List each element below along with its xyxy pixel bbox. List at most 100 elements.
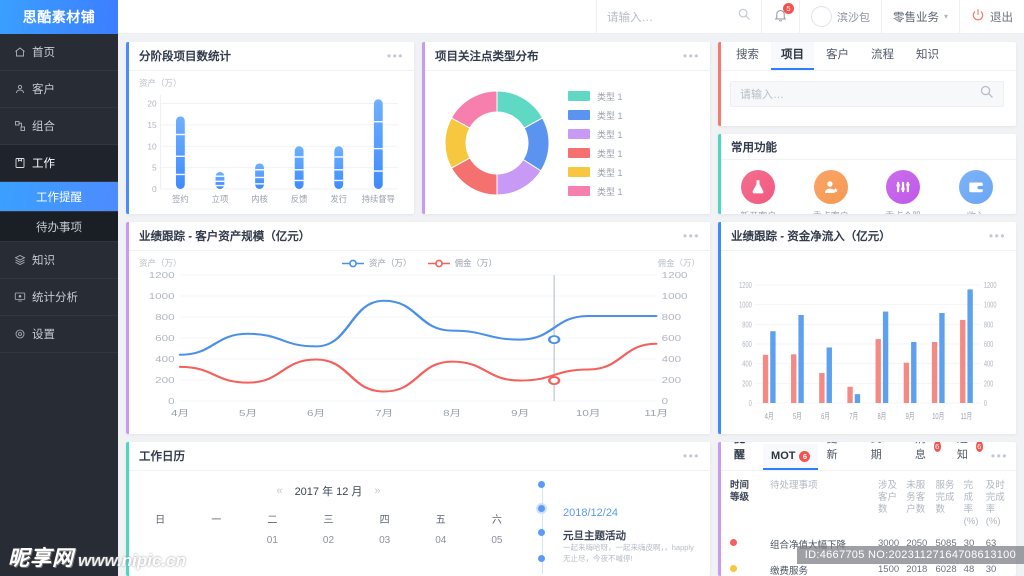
bell-icon[interactable]: 5 — [773, 2, 794, 26]
card-menu-button[interactable]: ••• — [989, 229, 1006, 243]
func-item-2[interactable]: 重点个股 — [867, 170, 940, 214]
tab-count-badge: 6 — [933, 442, 941, 452]
legend-row[interactable]: 类型 1 — [568, 109, 623, 122]
svg-text:400: 400 — [662, 355, 682, 364]
calendar-day[interactable]: 04 — [413, 530, 469, 551]
calendar-prev-button[interactable]: « — [276, 485, 282, 497]
card-calendar: 工作日历 ••• « 2017 年 12 月 » 日 一 二 三 四 五 六 0… — [126, 442, 710, 576]
search-icon[interactable] — [979, 84, 994, 104]
sidebar-item-work[interactable]: 工作 — [0, 145, 118, 182]
legend-row[interactable]: 类型 1 — [568, 128, 623, 141]
global-search[interactable]: 请输入… — [595, 0, 761, 34]
card-header: 业绩跟踪 - 资金净流入（亿元） ••• — [718, 222, 1016, 251]
svg-text:1000: 1000 — [149, 292, 175, 301]
svg-text:4月: 4月 — [765, 411, 774, 422]
legend-row[interactable]: 类型 1 — [568, 90, 623, 103]
table-head: 时间 等级 待处理事项 涉及客户数 未服务客户数 服务完成数 完成率(%) 及时完成率(%) — [728, 477, 1008, 531]
status-badge — [730, 565, 737, 572]
svg-text:9月: 9月 — [511, 408, 529, 418]
legend-item-commission[interactable]: 佣金（万） — [427, 257, 497, 269]
status-badge — [730, 539, 737, 546]
work-reminder-tab-3[interactable]: 合同到期6 — [863, 442, 907, 470]
search-tab-3[interactable]: 流程 — [861, 42, 904, 70]
cell-item: 组合净值大幅下降 — [770, 539, 847, 551]
logout-button[interactable]: 退出 — [959, 0, 1024, 34]
line-chart-legend: 资产（万） 佣金（万） — [341, 257, 497, 269]
asset-scale-line-chart: 0 0 200 200 400 400 600 600 800 800 1000 1000 1200 12… — [149, 271, 688, 418]
timeline-dot — [538, 555, 545, 562]
func-label: 重点个股 — [885, 209, 921, 214]
work-reminder-tab-5[interactable]: 通知 6 — [949, 442, 991, 470]
svg-text:1000: 1000 — [739, 299, 752, 310]
card-menu-button[interactable]: ••• — [683, 449, 700, 463]
avatar — [810, 6, 832, 27]
work-reminder-tab-4[interactable]: 消息 6 — [907, 442, 949, 470]
calendar-day[interactable]: 03 — [357, 530, 413, 551]
sidebar-item-portfolio[interactable]: 组合 — [0, 108, 118, 145]
calendar-day[interactable]: 01 — [244, 530, 300, 551]
sidebar-item-customer[interactable]: 客户 — [0, 71, 118, 108]
legend-swatch — [568, 91, 590, 101]
card-body: 资产（万） 资产（万） 佣金（万） 佣金（万） 0 0 200 200 400 … — [126, 251, 710, 434]
svg-text:内核: 内核 — [251, 194, 268, 204]
card-menu-button[interactable]: ••• — [683, 49, 700, 63]
func-item-3[interactable]: 收入 — [940, 170, 1013, 214]
func-item-1[interactable]: 重点客户 — [795, 170, 868, 214]
calendar-day[interactable]: 02 — [300, 530, 356, 551]
calendar-day[interactable] — [132, 530, 188, 551]
card-body: 类型 1 类型 1 类型 1 类型 1 类型 1 类型 1 — [422, 71, 710, 214]
home-icon — [14, 46, 32, 58]
svg-text:7月: 7月 — [849, 411, 858, 422]
card-menu-button[interactable]: ••• — [683, 229, 700, 243]
work-reminder-tab-1[interactable]: MOT 6 — [763, 444, 819, 470]
sidebar-item-analytics[interactable]: 统计分析 — [0, 279, 118, 316]
card-body: 0 0 200 200 400 400 600 600 800 800 1000 1000 1200 12… — [718, 251, 1016, 434]
calendar-day[interactable]: 05 — [469, 530, 525, 551]
legend-row[interactable]: 类型 1 — [568, 166, 623, 179]
card-header: 常用功能 — [718, 134, 1016, 160]
search-tab-4[interactable]: 知识 — [906, 42, 949, 70]
legend-swatch — [568, 148, 590, 158]
search-tab-1[interactable]: 项目 — [771, 42, 814, 70]
legend-row[interactable]: 类型 1 — [568, 147, 623, 160]
svg-text:1200: 1200 — [739, 280, 752, 291]
svg-text:11月: 11月 — [961, 411, 973, 422]
svg-text:1200: 1200 — [984, 280, 997, 291]
svg-text:800: 800 — [984, 319, 993, 330]
svg-text:200: 200 — [984, 378, 993, 389]
work-reminder-table-wrap: 时间 等级 待处理事项 涉及客户数 未服务客户数 服务完成数 完成率(%) 及时完成率(%) … — [718, 471, 1016, 576]
sidebar-item-home[interactable]: 首页 — [0, 34, 118, 71]
svg-text:400: 400 — [155, 355, 175, 364]
svg-text:立项: 立项 — [212, 194, 229, 204]
user-profile[interactable]: 滨沙包 — [798, 0, 881, 34]
func-item-0[interactable]: 新开客户 — [722, 170, 795, 214]
legend-swatch — [568, 110, 590, 120]
sidebar-subitem-work-reminder[interactable]: 工作提醒 — [0, 182, 118, 212]
sidebar-subitem-todo[interactable]: 待办事项 — [0, 212, 118, 242]
legend-item-asset[interactable]: 资产（万） — [341, 257, 412, 269]
legend-row[interactable]: 类型 1 — [568, 185, 623, 198]
panel-search-input[interactable]: 请输入… — [730, 81, 1004, 107]
timeline-date: 2018/12/24 — [563, 507, 619, 519]
func-label: 新开客户 — [740, 209, 776, 214]
svg-text:8月: 8月 — [877, 411, 886, 422]
table-row[interactable]: 组合净值大幅下降 3000 2050 5085 30 63 — [728, 531, 1008, 557]
svg-text:20: 20 — [147, 98, 157, 108]
calendar-day[interactable] — [188, 530, 244, 551]
card-menu-button[interactable]: ••• — [991, 449, 1016, 470]
search-tab-0[interactable]: 搜索 — [726, 42, 769, 70]
card-menu-button[interactable]: ••• — [387, 49, 404, 63]
calendar-next-button[interactable]: » — [374, 485, 380, 497]
search-icon[interactable] — [737, 7, 751, 26]
card-header: 分阶段项目数统计 ••• — [126, 42, 414, 71]
panel-search-placeholder: 请输入… — [740, 89, 784, 101]
work-reminder-tab-2[interactable]: 资料更新6 — [818, 442, 862, 470]
business-selector[interactable]: 零售业务 ▾ — [880, 0, 959, 34]
sidebar-item-knowledge[interactable]: 知识 — [0, 242, 118, 279]
svg-text:1000: 1000 — [662, 292, 688, 301]
search-tab-2[interactable]: 客户 — [816, 42, 859, 70]
card-body: « 2017 年 12 月 » 日一二三四五六 01 02 03 04 05 2… — [126, 471, 710, 576]
table-row[interactable]: 缴费服务 1500 2018 6028 48 30 — [728, 557, 1008, 576]
notifications-button[interactable]: 5 — [760, 0, 799, 34]
sidebar-item-settings[interactable]: 设置 — [0, 316, 118, 353]
